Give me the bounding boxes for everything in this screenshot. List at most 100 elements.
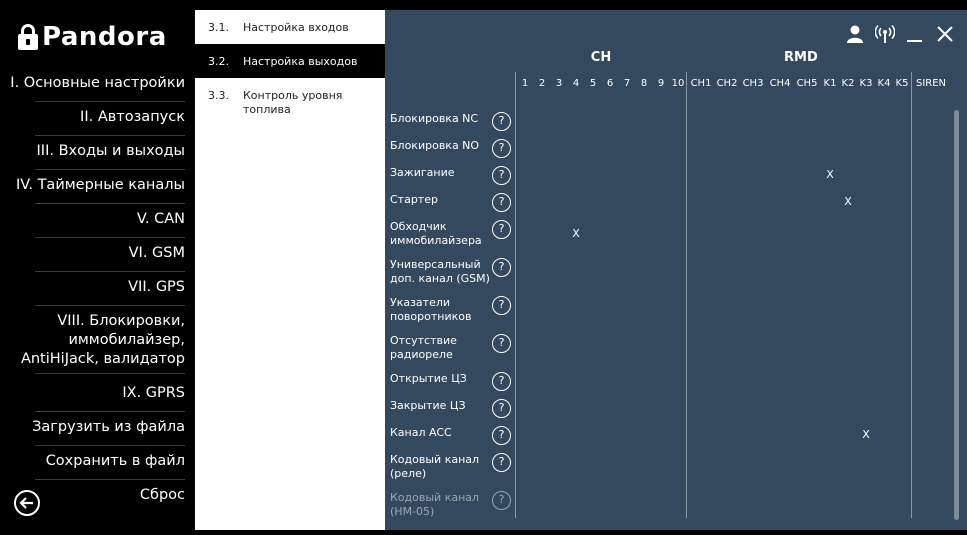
help-icon[interactable]: ? <box>492 426 511 445</box>
menu-timer-channels[interactable]: IV. Таймерные каналы <box>0 176 195 204</box>
window-controls <box>845 24 955 44</box>
column-header: 8 <box>640 78 648 89</box>
menu-separator <box>35 271 185 272</box>
menu-item-label: VI. GSM <box>128 245 185 261</box>
help-icon[interactable]: ? <box>492 399 511 418</box>
row-label: Блокировка NO <box>390 139 480 152</box>
menu-item-label: VII. GPS <box>128 279 185 295</box>
help-icon[interactable]: ? <box>492 139 511 158</box>
app-logo: Pandora <box>18 20 167 54</box>
column-divider <box>686 72 687 518</box>
column-header: 10 <box>671 78 685 89</box>
column-header: CH1 <box>690 78 712 89</box>
column-header: CH2 <box>716 78 738 89</box>
column-header: CH5 <box>796 78 818 89</box>
menu-separator <box>35 135 185 136</box>
submenu-item-1[interactable]: 3.1. Настройка входов <box>195 10 385 44</box>
column-divider <box>515 72 516 518</box>
help-icon[interactable]: ? <box>492 334 511 353</box>
menu-inputs-outputs[interactable]: III. Входы и выходы <box>0 142 195 170</box>
menu-item-label: IV. Таймерные каналы <box>16 177 185 193</box>
help-icon[interactable]: ? <box>492 193 511 212</box>
help-icon[interactable]: ? <box>492 491 511 510</box>
menu-item-label: I. Основные настройки <box>10 75 185 91</box>
menu-item-label: VIII. Блокировки, иммобилайзер, AntiHiJa… <box>20 313 185 367</box>
menu-separator <box>35 101 185 102</box>
help-icon[interactable]: ? <box>492 112 511 131</box>
help-icon[interactable]: ? <box>492 258 511 277</box>
help-icon[interactable]: ? <box>492 296 511 315</box>
row-label: Указатели поворотников <box>390 296 472 323</box>
column-header: SIREN <box>915 78 947 89</box>
close-icon[interactable] <box>935 24 955 44</box>
assignment-mark[interactable]: X <box>841 195 855 208</box>
row-label: Зажигание <box>390 166 455 179</box>
help-icon[interactable]: ? <box>492 166 511 185</box>
menu-separator <box>35 305 185 306</box>
submenu-item-number: 3.3. <box>208 89 229 102</box>
logo-text: Pandora <box>42 22 167 52</box>
row-label: Открытие ЦЗ <box>390 372 467 385</box>
row-label: Кодовый канал (HM-05) <box>390 491 480 518</box>
row-label: Канал ACC <box>390 426 452 439</box>
column-header: 2 <box>538 78 546 89</box>
user-icon[interactable] <box>845 24 865 44</box>
signal-icon[interactable] <box>874 24 896 44</box>
menu-autostart[interactable]: II. Автозапуск <box>0 108 195 136</box>
menu-separator <box>35 169 185 170</box>
menu-separator <box>35 203 185 204</box>
assignment-mark[interactable]: X <box>823 168 837 181</box>
submenu-item-number: 3.1. <box>208 21 229 34</box>
menu-item-label: Загрузить из файла <box>32 419 185 435</box>
help-icon[interactable]: ? <box>492 220 511 239</box>
column-header: 5 <box>589 78 597 89</box>
submenu-item-3[interactable]: 3.3. Контроль уровня топлива <box>195 78 385 128</box>
menu-can[interactable]: V. CAN <box>0 210 195 238</box>
menu-separator <box>35 411 185 412</box>
column-header: K2 <box>841 78 855 89</box>
submenu-item-number: 3.2. <box>208 55 229 68</box>
row-label: Универсальный доп. канал (GSM) <box>390 258 490 285</box>
menu-load-file[interactable]: Загрузить из файла <box>0 418 195 446</box>
column-header: 3 <box>555 78 563 89</box>
minimize-icon[interactable] <box>905 24 925 44</box>
menu-item-label: Сохранить в файл <box>45 453 185 469</box>
outputs-grid-panel: CH RMD 1 2 3 4 5 6 7 8 9 10 CH1 CH2 CH3 CH4 CH5 K1 K2 K3 K4 K… <box>385 10 967 530</box>
column-header: K1 <box>823 78 837 89</box>
menu-gprs[interactable]: IX. GPRS <box>0 384 195 412</box>
back-arrow-icon[interactable] <box>14 490 40 516</box>
menu-gps[interactable]: VII. GPS <box>0 278 195 306</box>
sidebar: Pandora I. Основные настройки II. Автозап… <box>0 0 195 535</box>
submenu: 3.1. Настройка входов 3.2. Настройка выходо… <box>195 10 385 530</box>
column-header: CH3 <box>742 78 764 89</box>
menu-basic-settings[interactable]: I. Основные настройки <box>0 74 195 102</box>
row-label: Блокировка NC <box>390 112 479 125</box>
menu-save-file[interactable]: Сохранить в файл <box>0 452 195 480</box>
assignment-mark[interactable]: X <box>569 227 583 240</box>
row-label: Обходчик иммобилайзера <box>390 220 482 247</box>
menu-gsm[interactable]: VI. GSM <box>0 244 195 272</box>
group-header-rmd: RMD <box>784 50 818 65</box>
row-label: Кодовый канал (реле) <box>390 453 480 480</box>
help-icon[interactable]: ? <box>492 453 511 472</box>
menu-separator <box>35 237 185 238</box>
menu-item-label: II. Автозапуск <box>80 109 185 125</box>
menu-item-label: III. Входы и выходы <box>36 143 185 159</box>
help-icon[interactable]: ? <box>492 372 511 391</box>
column-header: K4 <box>877 78 891 89</box>
menu-item-label: V. CAN <box>136 211 185 227</box>
column-header: 6 <box>606 78 614 89</box>
column-header: 1 <box>521 78 529 89</box>
submenu-item-label: Настройка выходов <box>243 55 358 68</box>
submenu-item-2[interactable]: 3.2. Настройка выходов <box>195 44 385 78</box>
assignment-mark[interactable]: X <box>859 428 873 441</box>
column-header: CH4 <box>769 78 791 89</box>
column-header: 4 <box>572 78 580 89</box>
row-label: Закрытие ЦЗ <box>390 399 466 412</box>
menu-item-label: Сброс <box>139 487 185 503</box>
row-label: Стартер <box>390 193 438 206</box>
column-divider <box>911 72 912 518</box>
vertical-scrollbar[interactable] <box>954 110 959 520</box>
menu-separator <box>35 479 185 480</box>
menu-blocking-immobilizer[interactable]: VIII. Блокировки, иммобилайзер, AntiHiJa… <box>0 312 195 374</box>
